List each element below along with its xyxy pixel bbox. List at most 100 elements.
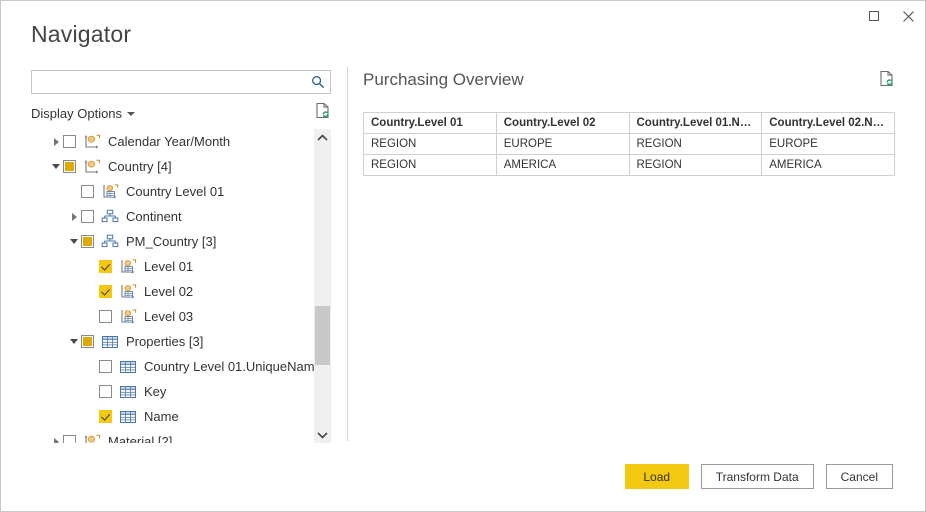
navigator-dialog: Navigator Display Options [0, 0, 926, 512]
twisty-spacer [85, 404, 99, 429]
tree-node[interactable]: Level 01 [31, 254, 313, 279]
tree-node-label: Country [4] [108, 160, 172, 173]
dimension-icon [83, 134, 101, 150]
node-checkbox[interactable] [99, 285, 112, 298]
table-cell: EUROPE [762, 134, 895, 155]
level-icon [119, 284, 137, 300]
expand-arrow-icon[interactable] [49, 429, 63, 443]
table-column-header[interactable]: Country.Level 01 [364, 113, 497, 134]
expand-arrow-icon[interactable] [67, 204, 81, 229]
transform-data-button[interactable]: Transform Data [701, 464, 814, 489]
tree-node[interactable]: Properties [3] [31, 329, 313, 354]
table-header-row: Country.Level 01Country.Level 02Country.… [364, 113, 895, 134]
display-options-dropdown[interactable]: Display Options [31, 106, 135, 121]
level-icon [101, 184, 119, 200]
search-input[interactable] [32, 71, 306, 93]
table-icon [119, 359, 137, 375]
display-options-label: Display Options [31, 106, 122, 121]
tree-node[interactable]: Material [2] [31, 429, 313, 443]
tree-node[interactable]: Country Level 01.UniqueName [31, 354, 313, 379]
tree-node[interactable]: Country [4] [31, 154, 313, 179]
table-icon-wrap [119, 384, 137, 400]
node-checkbox[interactable] [99, 310, 112, 323]
tree-node-label: PM_Country [3] [126, 235, 216, 248]
node-checkbox[interactable] [99, 385, 112, 398]
scroll-down-button[interactable] [314, 426, 331, 443]
table-icon-wrap [119, 359, 137, 375]
node-checkbox[interactable] [63, 160, 76, 173]
tree-node[interactable]: Country Level 01 [31, 179, 313, 204]
table-column-header[interactable]: Country.Level 01.Name [629, 113, 762, 134]
table-cell: REGION [629, 155, 762, 176]
collapse-arrow-icon[interactable] [67, 329, 81, 354]
table-cell: REGION [364, 134, 497, 155]
dimension-icon-wrap [83, 159, 101, 175]
node-checkbox[interactable] [81, 235, 94, 248]
refresh-page-icon[interactable] [315, 102, 331, 124]
chevron-down-icon [317, 431, 328, 439]
cancel-button[interactable]: Cancel [826, 464, 893, 489]
tree-node[interactable]: Calendar Year/Month [31, 129, 313, 154]
node-checkbox[interactable] [99, 360, 112, 373]
tree-node[interactable]: Key [31, 379, 313, 404]
tree-node-label: Properties [3] [126, 335, 203, 348]
hierarchy-icon-wrap [101, 234, 119, 250]
page-title: Navigator [31, 21, 131, 48]
table-icon [101, 334, 119, 350]
tree-node-label: Key [144, 385, 166, 398]
search-box[interactable] [31, 70, 331, 94]
tree-node[interactable]: Name [31, 404, 313, 429]
level-icon [119, 309, 137, 325]
tree-node-label: Country Level 01.UniqueName [144, 360, 322, 373]
collapse-arrow-icon[interactable] [67, 229, 81, 254]
title-bar [1, 1, 925, 31]
close-button[interactable] [891, 1, 925, 31]
hierarchy-icon [101, 209, 119, 225]
preview-refresh-icon[interactable] [879, 70, 895, 92]
twisty-spacer [85, 354, 99, 379]
scrollbar-thumb[interactable] [315, 306, 330, 365]
tree-node[interactable]: Level 02 [31, 279, 313, 304]
chevron-up-icon [317, 134, 328, 142]
twisty-spacer [85, 279, 99, 304]
table-cell: AMERICA [762, 155, 895, 176]
close-icon [902, 10, 915, 23]
scrollbar-track[interactable] [314, 146, 331, 426]
node-checkbox[interactable] [81, 335, 94, 348]
node-checkbox[interactable] [99, 410, 112, 423]
preview-table: Country.Level 01Country.Level 02Country.… [363, 112, 895, 176]
node-checkbox[interactable] [81, 185, 94, 198]
scroll-up-button[interactable] [314, 129, 331, 146]
node-checkbox[interactable] [63, 135, 76, 148]
tree-node-label: Country Level 01 [126, 185, 224, 198]
dimension-icon-wrap [83, 134, 101, 150]
table-icon [119, 384, 137, 400]
table-column-header[interactable]: Country.Level 02.Name [762, 113, 895, 134]
node-checkbox[interactable] [63, 435, 76, 443]
collapse-arrow-icon[interactable] [49, 154, 63, 179]
metadata-tree[interactable]: Calendar Year/Month Country [4] Country Le… [31, 129, 331, 443]
maximize-button[interactable] [857, 1, 891, 31]
node-checkbox[interactable] [81, 210, 94, 223]
hierarchy-icon-wrap [101, 209, 119, 225]
tree-node[interactable]: PM_Country [3] [31, 229, 313, 254]
table-cell: AMERICA [496, 155, 629, 176]
tree-node[interactable]: Continent [31, 204, 313, 229]
table-cell: REGION [364, 155, 497, 176]
load-button[interactable]: Load [625, 464, 689, 489]
search-icon[interactable] [306, 71, 330, 93]
twisty-spacer [85, 254, 99, 279]
node-checkbox[interactable] [99, 260, 112, 273]
dimension-icon-wrap [83, 434, 101, 444]
level-icon [119, 259, 137, 275]
hierarchy-icon [101, 234, 119, 250]
twisty-spacer [85, 379, 99, 404]
table-column-header[interactable]: Country.Level 02 [496, 113, 629, 134]
chevron-down-icon [127, 112, 135, 116]
window-controls [857, 1, 925, 31]
expand-arrow-icon[interactable] [49, 129, 63, 154]
tree-scrollbar[interactable] [314, 129, 331, 443]
preview-title: Purchasing Overview [363, 70, 524, 90]
twisty-spacer [85, 304, 99, 329]
tree-node[interactable]: Level 03 [31, 304, 313, 329]
